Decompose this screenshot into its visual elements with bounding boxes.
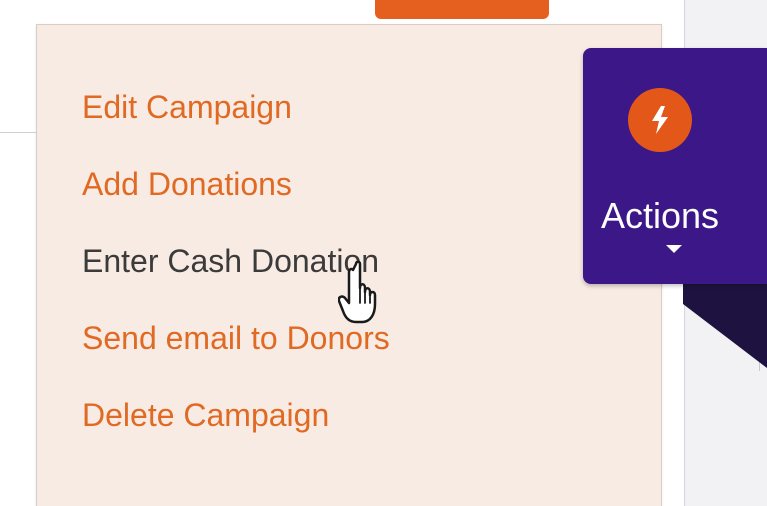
actions-label: Actions	[601, 195, 720, 236]
caret-down-icon	[666, 245, 682, 253]
delete-campaign-menu-item[interactable]: Delete Campaign	[82, 396, 390, 434]
actions-menu-toggle[interactable]: Actions	[583, 48, 767, 368]
top-orange-button[interactable]	[375, 0, 549, 19]
content-divider	[0, 132, 36, 133]
actions-button[interactable]: Actions	[583, 48, 767, 284]
hand-pointer-cursor-icon	[338, 260, 377, 324]
add-donations-menu-item[interactable]: Add Donations	[82, 165, 390, 203]
edit-campaign-menu-item[interactable]: Edit Campaign	[82, 88, 390, 126]
lightning-bolt-icon	[628, 88, 692, 152]
